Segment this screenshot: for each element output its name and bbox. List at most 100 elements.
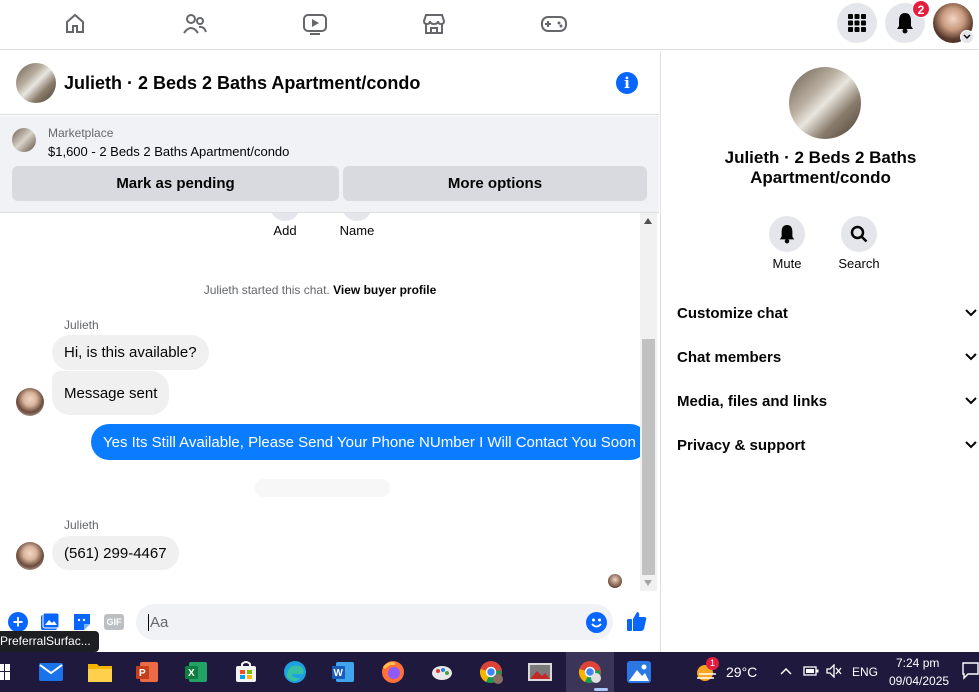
- powerpoint-icon[interactable]: P: [134, 658, 162, 686]
- home-icon[interactable]: [59, 9, 91, 39]
- chat-members-row[interactable]: Chat members: [677, 345, 977, 369]
- menu-grid-button[interactable]: [837, 3, 877, 43]
- friends-icon[interactable]: [179, 9, 211, 39]
- chrome-active-icon[interactable]: [576, 658, 604, 686]
- photo-icon[interactable]: [40, 612, 60, 632]
- conversation-name-line2: Apartment/condo: [750, 168, 891, 187]
- incoming-message[interactable]: Hi, is this available?: [52, 335, 209, 370]
- incoming-message[interactable]: Message sent: [52, 371, 170, 415]
- scroll-thumb[interactable]: [642, 339, 655, 575]
- mute-button[interactable]: Mute: [757, 216, 817, 271]
- clock-date[interactable]: 09/04/2025: [889, 674, 949, 688]
- system-message-text: Julieth started this chat.: [203, 283, 330, 297]
- view-buyer-profile-link[interactable]: View buyer profile: [333, 283, 436, 297]
- photos-app-icon[interactable]: [526, 658, 554, 686]
- bell-icon: [779, 225, 795, 244]
- listing-thumbnail: [12, 128, 36, 152]
- notification-center-icon[interactable]: [962, 662, 979, 680]
- emoji-icon[interactable]: [586, 612, 607, 633]
- weather-icon[interactable]: 1: [694, 657, 720, 684]
- edge-icon[interactable]: [281, 658, 309, 686]
- word-icon[interactable]: W: [330, 658, 358, 686]
- message-input[interactable]: Aa: [136, 604, 613, 640]
- mail-icon[interactable]: [37, 658, 65, 686]
- section-label: Chat members: [677, 348, 782, 366]
- like-icon[interactable]: [626, 610, 648, 632]
- message-scrollbar[interactable]: [640, 213, 657, 591]
- add-action-label[interactable]: Add: [265, 223, 305, 238]
- firefox-icon[interactable]: [379, 658, 407, 686]
- file-explorer-icon[interactable]: [86, 658, 114, 686]
- conversation-name: Julieth · 2 Beds 2 Baths Apartment/condo: [661, 148, 979, 188]
- name-action-label[interactable]: Name: [335, 223, 379, 238]
- photos-icon[interactable]: [625, 658, 653, 686]
- paint-app-icon[interactable]: [428, 658, 456, 686]
- marketplace-icon[interactable]: [418, 9, 450, 39]
- customize-chat-row[interactable]: Customize chat: [677, 301, 977, 325]
- incoming-message[interactable]: (561) 299-4467: [52, 536, 179, 570]
- input-placeholder: Aa: [148, 613, 169, 631]
- search-icon: [850, 225, 868, 243]
- notifications-button[interactable]: 2: [885, 0, 930, 43]
- media-files-links-row[interactable]: Media, files and links: [677, 389, 977, 413]
- store-icon[interactable]: [232, 658, 260, 686]
- message-sender: Julieth: [64, 518, 99, 532]
- scroll-up-icon[interactable]: [644, 218, 652, 224]
- sender-avatar[interactable]: [16, 542, 44, 570]
- plus-icon[interactable]: +: [8, 612, 28, 632]
- grid-icon: [848, 14, 866, 32]
- section-label: Privacy & support: [677, 436, 806, 454]
- status-tooltip: PreferralSurfac...: [0, 631, 99, 652]
- search-button[interactable]: Search: [829, 216, 889, 271]
- section-label: Customize chat: [677, 304, 788, 322]
- outgoing-message[interactable]: Yes Its Still Available, Please Send You…: [91, 424, 640, 460]
- system-message: Julieth started this chat. View buyer pr…: [0, 283, 640, 297]
- scroll-down-icon[interactable]: [644, 580, 652, 586]
- temperature[interactable]: 29°C: [726, 664, 757, 680]
- excel-icon[interactable]: X: [183, 658, 211, 686]
- name-action-circle[interactable]: [342, 213, 372, 221]
- start-icon[interactable]: [0, 664, 10, 680]
- message-list: Add Name Julieth started this chat. View…: [0, 213, 640, 591]
- listing-profile-image[interactable]: [789, 67, 861, 139]
- chat-header: Julieth · 2 Beds 2 Baths Apartment/condo…: [0, 51, 659, 115]
- svg-text:P: P: [139, 668, 146, 679]
- typing-placeholder: [255, 479, 390, 497]
- listing-avatar[interactable]: [16, 63, 56, 103]
- listing-title[interactable]: $1,600 - 2 Beds 2 Baths Apartment/condo: [48, 144, 289, 159]
- sender-avatar[interactable]: [16, 388, 44, 416]
- active-app-indicator: [594, 688, 608, 691]
- clock-time[interactable]: 7:24 pm: [896, 656, 939, 670]
- conversation-name-line1: Julieth · 2 Beds 2 Baths: [724, 148, 917, 167]
- top-navigation-bar: 2: [0, 0, 979, 50]
- search-label: Search: [838, 256, 880, 271]
- sticker-icon[interactable]: [72, 612, 92, 632]
- more-options-button[interactable]: More options: [343, 166, 647, 201]
- chevron-down-icon: [965, 397, 977, 405]
- language-indicator[interactable]: ENG: [852, 665, 878, 679]
- gaming-icon[interactable]: [538, 9, 570, 39]
- chevron-down-icon: [965, 309, 977, 317]
- svg-text:X: X: [188, 668, 195, 679]
- add-action-circle[interactable]: [270, 213, 300, 221]
- marketplace-panel: Marketplace $1,600 - 2 Beds 2 Baths Apar…: [0, 116, 659, 213]
- battery-icon[interactable]: [803, 665, 819, 677]
- mark-as-pending-button[interactable]: Mark as pending: [12, 166, 339, 201]
- volume-muted-icon[interactable]: [826, 664, 842, 678]
- privacy-support-row[interactable]: Privacy & support: [677, 433, 977, 457]
- mute-label: Mute: [772, 256, 802, 271]
- chat-title[interactable]: Julieth · 2 Beds 2 Baths Apartment/condo: [64, 73, 420, 94]
- info-icon[interactable]: i: [616, 72, 638, 94]
- chevron-up-icon[interactable]: [780, 667, 792, 675]
- chevron-down-icon[interactable]: [960, 30, 974, 44]
- chevron-down-icon: [965, 353, 977, 361]
- message-sender: Julieth: [64, 318, 99, 332]
- conversation-details-pane: Julieth · 2 Beds 2 Baths Apartment/condo…: [660, 51, 979, 652]
- gif-icon[interactable]: GIF: [104, 614, 124, 630]
- notification-badge: 2: [912, 0, 930, 18]
- svg-text:W: W: [334, 668, 344, 679]
- video-icon[interactable]: [299, 9, 331, 39]
- read-receipt-avatar: [608, 574, 622, 588]
- weather-badge: 1: [706, 657, 719, 670]
- chrome-icon[interactable]: [477, 658, 505, 686]
